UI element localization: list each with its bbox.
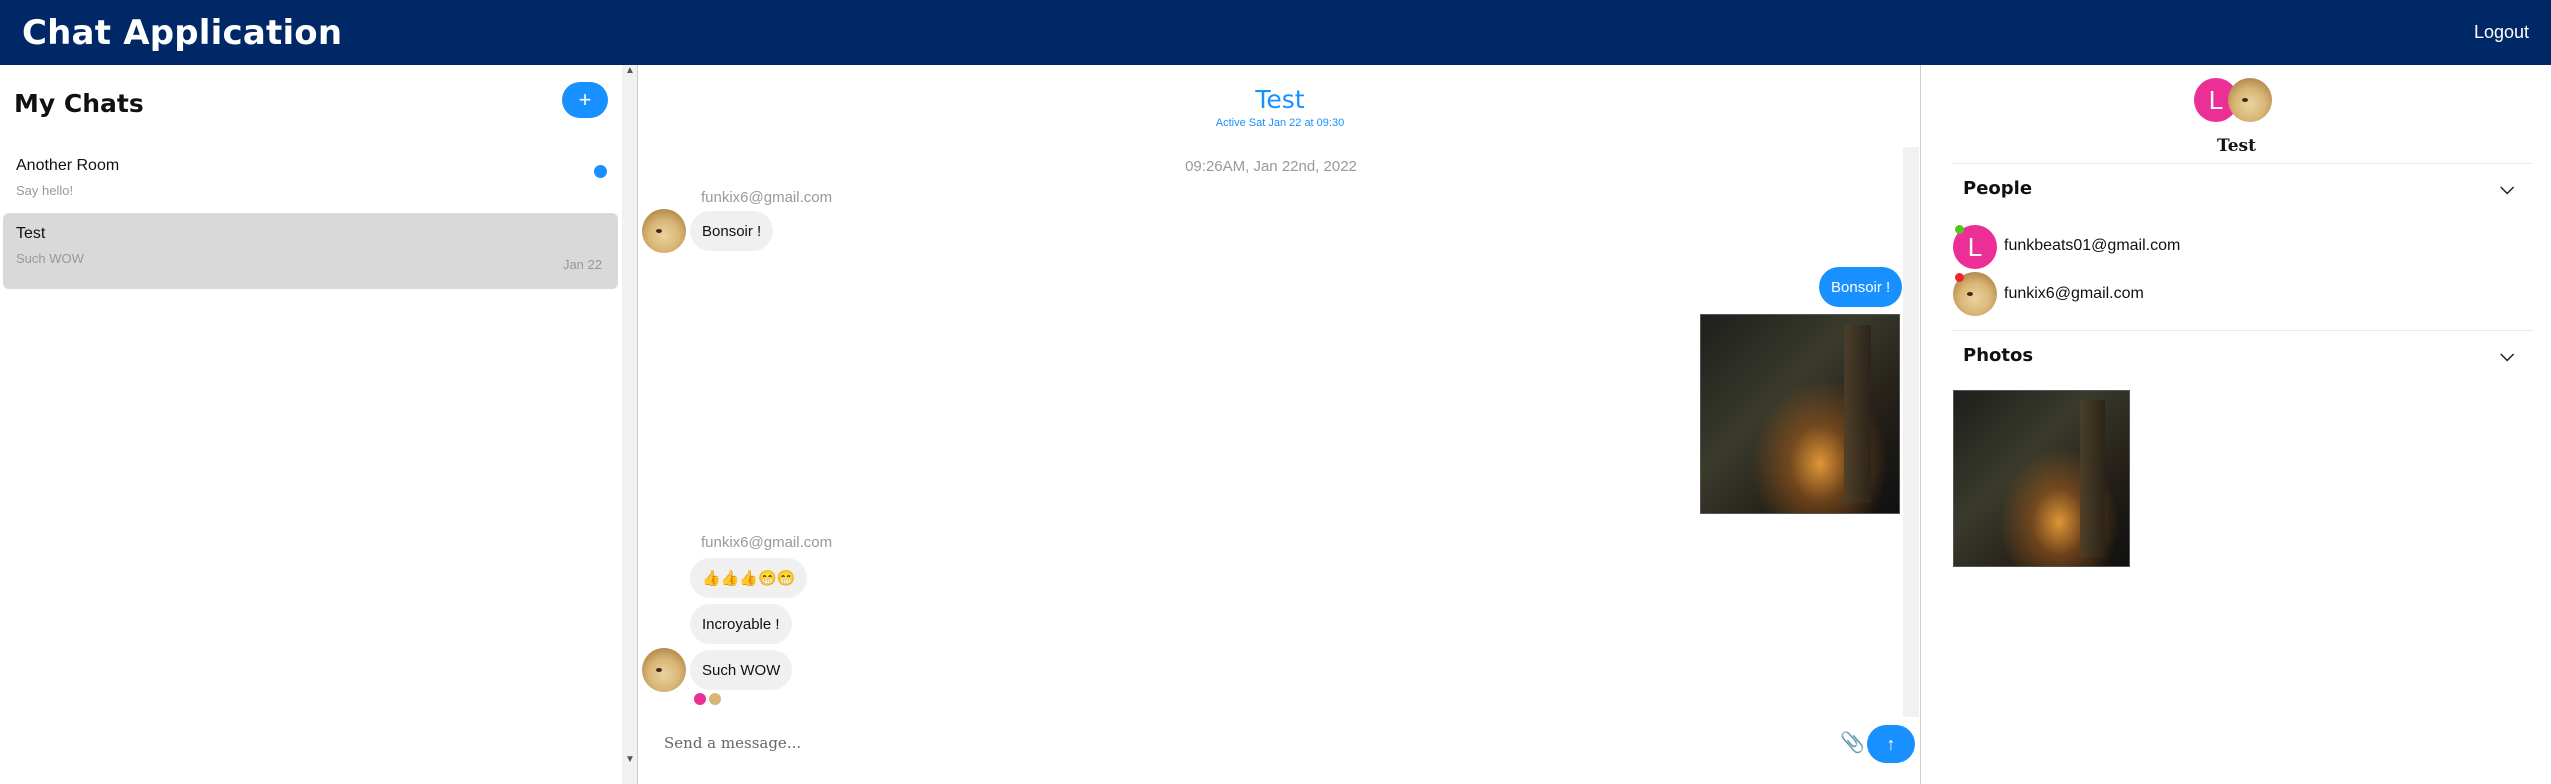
chat-settings-panel: L Test People ⌵ L funkbeats01@gmail.com …	[1922, 65, 2551, 784]
message-sender: funkix6@gmail.com	[701, 189, 833, 206]
read-receipt	[709, 693, 721, 705]
new-chat-button[interactable]: +	[562, 82, 608, 118]
message-input[interactable]: Send a message...	[664, 734, 1364, 758]
chat-card-name: Test	[16, 225, 46, 242]
chat-card-preview: Say hello!	[16, 183, 74, 198]
chat-card-date: Jan 22	[562, 257, 602, 272]
read-receipt	[694, 693, 706, 705]
divider	[1952, 330, 2533, 331]
scroll-down-icon[interactable]: ▼	[625, 754, 635, 765]
message-photo[interactable]	[1700, 314, 1900, 514]
chat-card-test[interactable]: Test Such WOW Jan 22	[3, 213, 618, 289]
paperclip-icon[interactable]: 📎	[1840, 730, 1865, 755]
person-email: funkbeats01@gmail.com	[2004, 237, 2181, 254]
chat-feed-title: Test	[1255, 85, 1305, 114]
chat-list-title: My Chats	[14, 89, 144, 118]
chat-list-panel: My Chats + Another Room Say hello! Test …	[0, 65, 622, 784]
people-label: People	[1963, 178, 2033, 199]
message-timestamp: 09:26AM, Jan 22nd, 2022	[1185, 158, 1357, 175]
chat-feed: Test Active Sat Jan 22 at 09:30 09:26AM,…	[639, 65, 1921, 784]
settings-title: Test	[2217, 136, 2256, 156]
send-button[interactable]: ↑	[1867, 725, 1915, 763]
chevron-down-icon[interactable]: ⌵	[2500, 178, 2514, 199]
chat-list-header: My Chats +	[0, 65, 622, 145]
chat-card-name: Another Room	[16, 157, 120, 174]
photos-section-header[interactable]: Photos ⌵	[1963, 345, 2523, 366]
app-title: Chat Application	[22, 12, 343, 53]
person-email: funkix6@gmail.com	[2004, 285, 2144, 302]
arrow-up-icon: ↑	[1886, 733, 1896, 754]
logout-link[interactable]: Logout	[2474, 22, 2529, 43]
chat-card-preview: Such WOW	[16, 251, 84, 266]
chat-feed-subtitle: Active Sat Jan 22 at 09:30	[1215, 117, 1345, 129]
plus-icon: +	[578, 87, 592, 112]
message-bubble: Bonsoir !	[690, 211, 774, 251]
people-section-header[interactable]: People ⌵	[1963, 178, 2523, 199]
unread-indicator	[594, 165, 607, 178]
chat-list-scrollbar[interactable]: ▲ ▼	[622, 65, 638, 784]
message-bubble: Such WOW	[690, 650, 793, 690]
chevron-down-icon[interactable]: ⌵	[2500, 345, 2514, 366]
online-status-indicator	[1955, 225, 1964, 234]
photos-label: Photos	[1963, 345, 2034, 366]
message-bubble: Incroyable !	[690, 604, 792, 644]
my-message-bubble: Bonsoir !	[1819, 267, 1903, 307]
avatar	[2228, 78, 2272, 122]
message-bubble: 👍👍👍😁😁	[690, 558, 808, 598]
message-sender: funkix6@gmail.com	[701, 534, 833, 551]
avatar	[642, 648, 686, 692]
chat-card-another-room[interactable]: Another Room Say hello!	[3, 145, 618, 221]
top-navbar: Chat Application Logout	[0, 0, 2551, 65]
divider	[1952, 163, 2533, 164]
scroll-up-icon[interactable]: ▲	[625, 65, 635, 76]
avatar	[642, 209, 686, 253]
offline-status-indicator	[1955, 273, 1964, 282]
shared-photo[interactable]	[1953, 390, 2130, 567]
chat-feed-scrollbar[interactable]	[1903, 147, 1919, 717]
